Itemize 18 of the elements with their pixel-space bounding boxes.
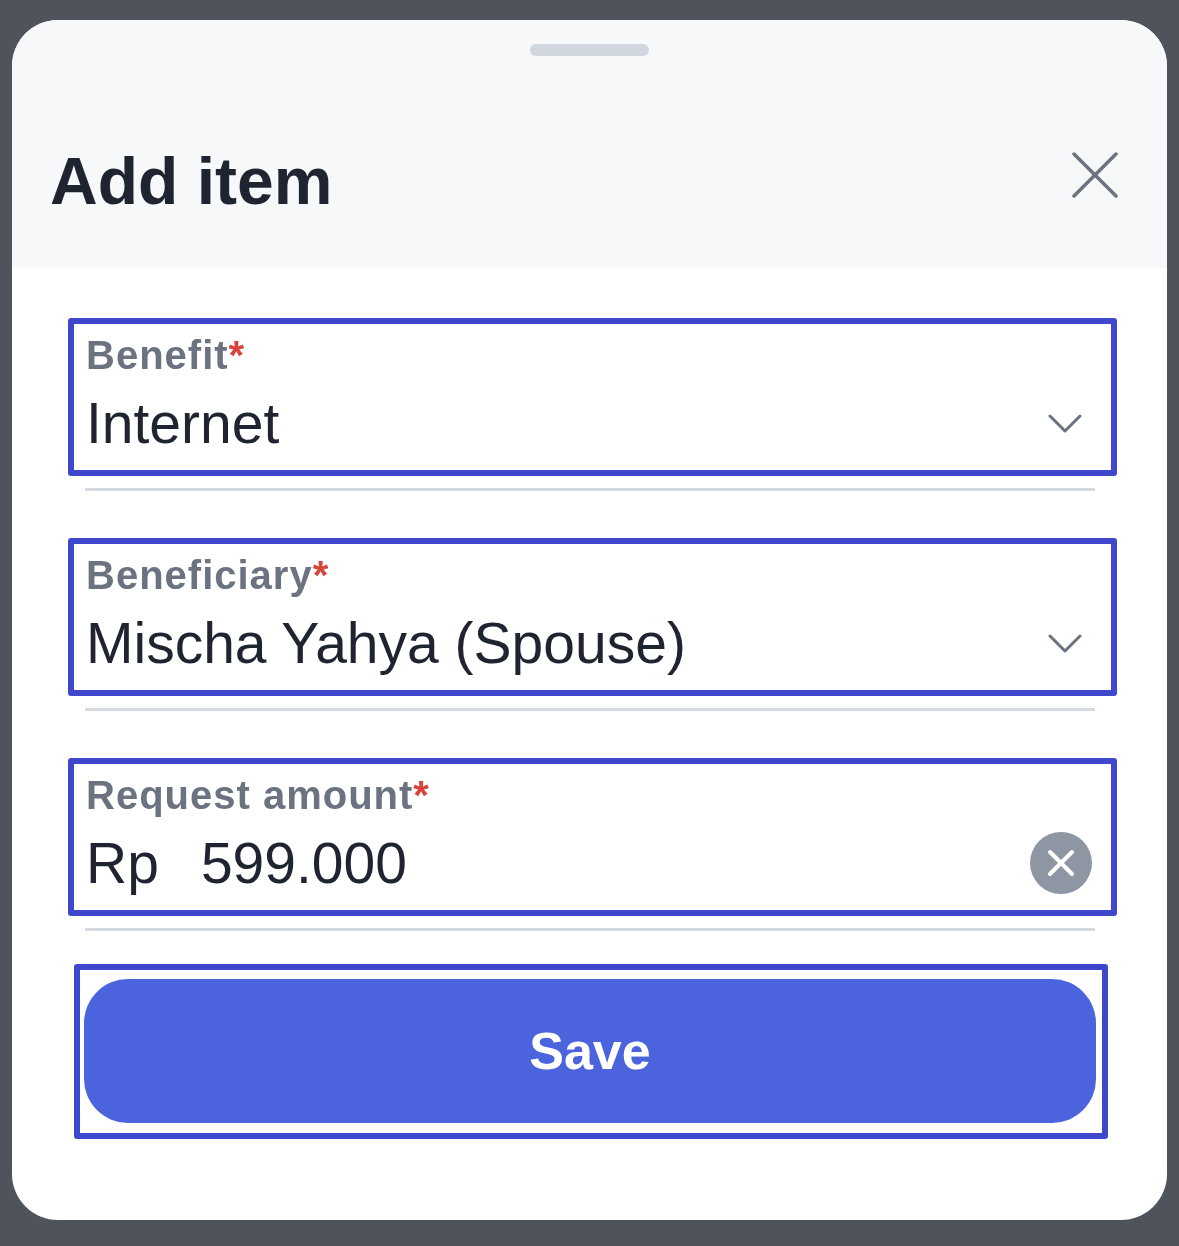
chevron-down-icon: [1048, 633, 1082, 653]
save-button[interactable]: Save: [84, 979, 1096, 1123]
close-icon: [1072, 152, 1118, 198]
field-label: Beneficiary*: [86, 552, 330, 598]
field-label: Request amount*: [86, 772, 430, 818]
clear-icon[interactable]: [1030, 832, 1092, 894]
field-value: 599.000: [200, 830, 407, 897]
field-label: Benefit*: [86, 332, 246, 378]
select-field[interactable]: Benefit* Internet: [68, 318, 1117, 476]
close-button[interactable]: [1072, 152, 1118, 198]
field-value: Internet: [86, 390, 280, 457]
drag-handle[interactable]: [530, 44, 649, 56]
amount-field[interactable]: Request amount* Rp 599.000: [68, 758, 1117, 916]
field-value: Mischa Yahya (Spouse): [86, 610, 686, 677]
sheet-title: Add item: [50, 143, 333, 220]
currency-prefix: Rp: [86, 830, 159, 897]
select-field[interactable]: Beneficiary* Mischa Yahya (Spouse): [68, 538, 1117, 696]
chevron-down-icon: [1048, 413, 1082, 433]
